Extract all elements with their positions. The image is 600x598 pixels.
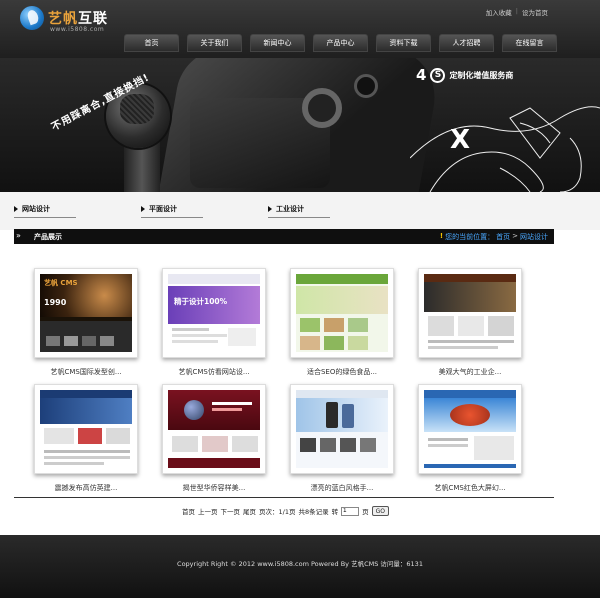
pager-first[interactable]: 首页 [182,506,195,516]
pagination: 首页 上一页 下一页 尾页 页次：1/1页 共8条记录 转 页 GO [182,506,389,516]
logo[interactable]: 艺帆互联 www.i5808.com [20,6,110,34]
pager-page-unit: 页 [362,508,369,516]
footer: Copyright Right © 2012 www.i5808.com Pow… [0,535,600,598]
header: 艺帆互联 www.i5808.com 加入收藏 | 设为首页 首页 关于我们 新… [0,0,600,58]
logo-mark-icon [20,6,44,30]
nav-item-careers[interactable]: 人才招聘 [439,34,494,52]
nav-item-products[interactable]: 产品中心 [313,34,368,52]
product-card[interactable]: 艺帆CMS红色大屏幻... [418,384,522,494]
product-thumbnail[interactable] [34,384,138,474]
nav-item-news[interactable]: 新闻中心 [250,34,305,52]
breadcrumb-separator: > [512,232,518,240]
nav-item-about[interactable]: 关于我们 [187,34,242,52]
pager-last[interactable]: 尾页 [243,506,256,516]
nav-item-downloads[interactable]: 资料下载 [376,34,431,52]
breadcrumb: ! 您的当前位置： 首页 > 网站设计 [440,232,548,242]
breadcrumb-current[interactable]: 网站设计 [520,232,548,242]
pager-goto-label: 转 [331,508,339,516]
banner-dial-image [302,88,342,128]
divider [14,497,554,498]
product-card[interactable]: 适合SEO的绿色食品... [290,268,394,378]
product-title[interactable]: 艺帆CMS国际发型创... [34,367,138,377]
logo-url: www.i5808.com [50,26,105,33]
top-links: 加入收藏 | 设为首页 [486,7,548,17]
info-icon: ! [439,232,444,240]
triangle-icon [268,206,272,212]
product-title[interactable]: 漂亮的蓝白风格手... [290,483,394,493]
banner-sketch-illustration: X [410,106,600,192]
product-card[interactable]: 精于设计100% 艺帆CMS仿看网站设... [162,268,266,378]
product-thumbnail[interactable] [290,384,394,474]
product-thumbnail[interactable] [290,268,394,358]
product-title[interactable]: 揭世型华侨容样美... [162,483,266,493]
product-title[interactable]: 艺帆CMS仿看网站设... [162,367,266,377]
nav-item-home[interactable]: 首页 [124,34,179,52]
section-title: 产品展示 [34,233,62,241]
double-chevron-icon: » [16,231,21,240]
category-graphic-design[interactable]: 平面设计 [141,204,203,218]
category-web-design[interactable]: 网站设计 [14,204,76,218]
product-card[interactable]: 漂亮的蓝白风格手... [290,384,394,494]
product-card[interactable]: 美观大气的工业企... [418,268,522,378]
product-thumbnail[interactable]: 艺帆 CMS 1990 [34,268,138,358]
headline-s-badge: S [430,67,446,83]
product-card[interactable]: 揭世型华侨容样美... [162,384,266,494]
triangle-icon [14,206,18,212]
sketch-x-mark: X [450,125,470,155]
main-nav: 首页 关于我们 新闻中心 产品中心 资料下载 人才招聘 在线留言 [124,34,557,52]
product-card[interactable]: 艺帆 CMS 1990 艺帆CMS国际发型创... [34,268,138,378]
triangle-icon [141,206,145,212]
product-title[interactable]: 震撼发布高仿英建... [34,483,138,493]
logo-name: 艺帆互联 [48,11,108,27]
hero-banner: 不用踩离合,直接换挡! 4 S 定制化增值服务商 X [0,58,600,192]
banner-dial-small-image [354,74,378,98]
nav-item-guestbook[interactable]: 在线留言 [502,34,557,52]
pager-go-button[interactable]: GO [371,506,389,516]
product-title[interactable]: 适合SEO的绿色食品... [290,367,394,377]
product-thumbnail[interactable]: 精于设计100% [162,268,266,358]
breadcrumb-prefix: 您的当前位置： [445,233,495,241]
product-thumbnail[interactable] [162,384,266,474]
set-homepage-link[interactable]: 设为首页 [522,7,548,17]
pager-goto-input[interactable] [341,506,360,516]
category-industrial-design[interactable]: 工业设计 [268,204,330,218]
section-title-bar: » 产品展示 ! 您的当前位置： 首页 > 网站设计 [14,229,554,244]
product-title[interactable]: 美观大气的工业企... [418,367,522,377]
headline-text: 定制化增值服务商 [449,70,514,80]
top-links-separator: | [515,7,518,15]
footer-copyright: Copyright Right © 2012 www.i5808.com Pow… [177,560,423,568]
pager-page-info: 页次：1/1页 [259,508,296,516]
product-card[interactable]: 震撼发布高仿英建... [34,384,138,494]
product-thumbnail[interactable] [418,384,522,474]
breadcrumb-home[interactable]: 首页 [496,232,510,242]
banner-headline: 4 S 定制化增值服务商 [416,66,513,84]
product-thumbnail[interactable] [418,268,522,358]
product-title[interactable]: 艺帆CMS红色大屏幻... [418,483,522,493]
pager-prev[interactable]: 上一页 [198,506,218,516]
headline-number: 4 [416,66,427,84]
add-favorite-link[interactable]: 加入收藏 [486,7,512,17]
category-tabs: 网站设计 平面设计 工业设计 [0,192,600,230]
pager-next[interactable]: 下一页 [221,506,241,516]
pager-record-count: 共8条记录 [298,508,329,516]
